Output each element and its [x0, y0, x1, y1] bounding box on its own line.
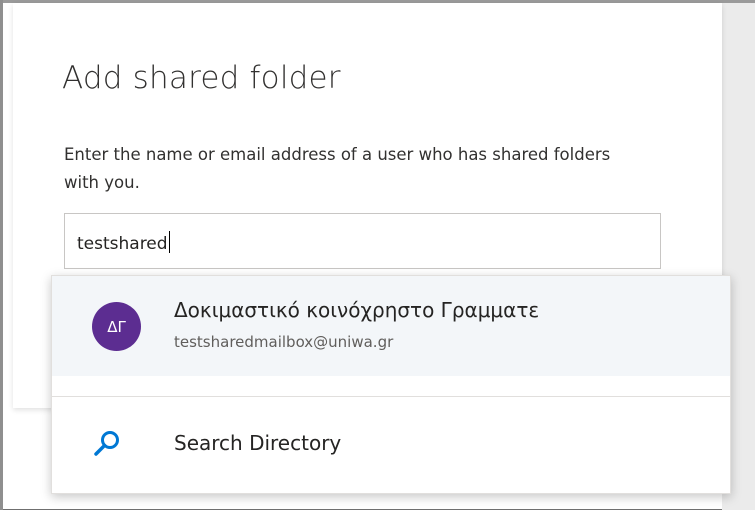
search-directory-button[interactable]: Search Directory	[52, 398, 730, 493]
suggestions-dropdown: ΔΓ Δοκιμαστικό κοινόχρηστο Γραμματε test…	[51, 275, 731, 494]
dialog-title: Add shared folder	[62, 60, 341, 96]
search-directory-label: Search Directory	[174, 431, 342, 455]
window-left-border	[0, 0, 3, 510]
user-search-input[interactable]: testshared	[64, 213, 661, 269]
user-search-input-field[interactable]: testshared	[77, 231, 170, 254]
avatar-initials: ΔΓ	[107, 317, 126, 336]
avatar: ΔΓ	[92, 302, 141, 351]
text-caret	[168, 231, 170, 253]
search-icon	[94, 431, 119, 456]
dialog-description: Enter the name or email address of a use…	[64, 145, 611, 192]
suggestion-email: testsharedmailbox@uniwa.gr	[174, 333, 394, 351]
dropdown-divider	[52, 396, 730, 397]
suggestion-name: Δοκιμαστικό κοινόχρηστο Γραμματε	[174, 298, 540, 322]
suggestion-item[interactable]: ΔΓ Δοκιμαστικό κοινόχρηστο Γραμματε test…	[52, 276, 730, 376]
user-search-input-value[interactable]: testshared	[77, 234, 168, 254]
